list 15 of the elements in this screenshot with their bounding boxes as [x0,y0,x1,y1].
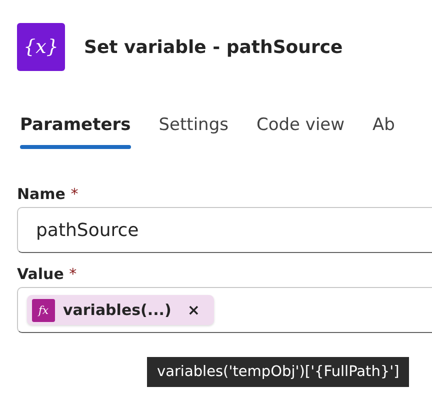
variable-icon: {x} [17,23,65,71]
tab[interactable]: Parameters [9,109,142,149]
tab[interactable]: Ab [362,109,406,149]
field-label: Name * [17,185,80,203]
remove-button[interactable]: × [185,301,202,319]
field-label: Value * [17,265,78,283]
tooltip: variables('tempObj')['{FullPath}'] [147,357,410,387]
expression-token[interactable]: fx variables(...) × [27,295,214,325]
function-icon: fx [32,298,55,322]
token-label: variables(...) [63,301,172,319]
tab[interactable]: Settings [148,109,240,149]
value-field[interactable]: fx variables(...) × [17,287,432,333]
panel-title: Set variable - pathSource [84,36,343,58]
tab[interactable]: Code view [245,109,356,149]
name-field[interactable]: pathSource [17,207,432,253]
